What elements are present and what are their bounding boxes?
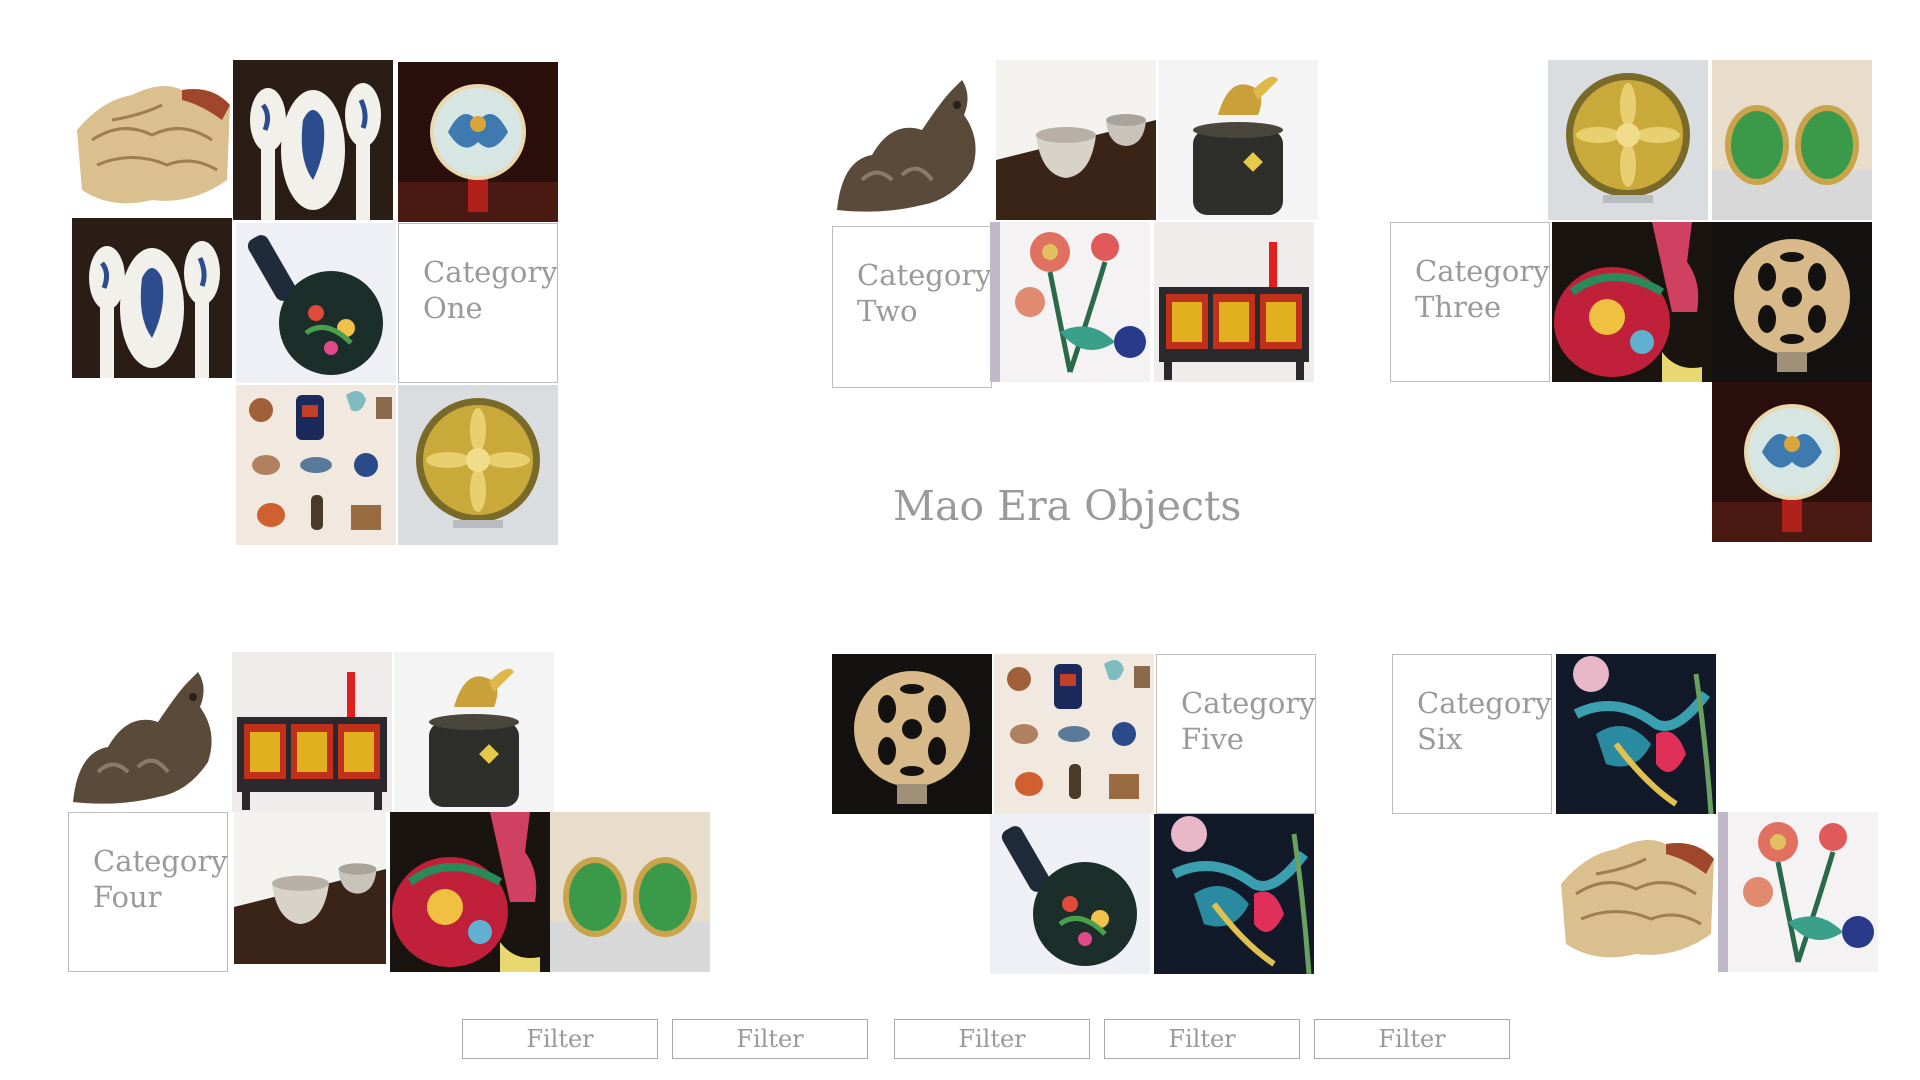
category-one-card[interactable]: Category One	[398, 223, 558, 383]
thumbnail-carved-jade-disk[interactable]	[832, 654, 992, 814]
thumbnail-bronze-ox[interactable]	[68, 652, 228, 812]
thumbnail-embroidered-bird[interactable]	[1556, 654, 1716, 814]
thumbnail-fish-jar[interactable]	[394, 652, 554, 812]
category-two-card[interactable]: Category Two	[832, 226, 992, 388]
filter-button-4[interactable]: Filter	[1104, 1019, 1300, 1059]
thumbnail-gold-disk[interactable]	[398, 385, 558, 545]
thumbnail-bronze-ox[interactable]	[832, 60, 992, 220]
thumbnail-jade-earrings[interactable]	[1712, 60, 1872, 220]
thumbnail-flower-panel[interactable]	[990, 222, 1150, 382]
category-label-line2: Three	[1415, 290, 1502, 324]
category-label-line2: One	[423, 291, 483, 325]
category-label-line1: Category	[1181, 686, 1316, 720]
thumbnail-painted-cabinet[interactable]	[232, 652, 392, 812]
thumbnail-object-collection[interactable]	[994, 654, 1154, 814]
category-label-line1: Category	[423, 255, 558, 289]
filter-button-2[interactable]: Filter	[672, 1019, 868, 1059]
category-five-card[interactable]: Category Five	[1156, 654, 1316, 814]
thumbnail-enamel-mirror[interactable]	[990, 814, 1150, 974]
category-three-card[interactable]: Category Three	[1390, 222, 1550, 382]
thumbnail-famille-rose-vase[interactable]	[1552, 222, 1712, 382]
category-label-line2: Six	[1417, 722, 1463, 756]
category-label-line1: Category	[93, 844, 228, 878]
thumbnail-dragon-plate[interactable]	[1712, 382, 1872, 542]
category-five-label: Category Five	[1181, 685, 1316, 757]
category-two-label: Category Two	[857, 257, 992, 329]
category-four-card[interactable]: Category Four	[68, 812, 228, 972]
thumbnail-fish-jar[interactable]	[1158, 60, 1318, 220]
thumbnail-flower-panel[interactable]	[1718, 812, 1878, 972]
thumbnail-famille-rose-vase[interactable]	[390, 812, 550, 972]
thumbnail-painted-cabinet[interactable]	[1154, 222, 1314, 382]
thumbnail-bowls[interactable]	[996, 60, 1156, 220]
thumbnail-jade-earrings[interactable]	[550, 812, 710, 972]
thumbnail-dragon-plate[interactable]	[398, 62, 558, 222]
thumbnail-bowls[interactable]	[230, 812, 390, 964]
thumbnail-carved-stone[interactable]	[72, 60, 232, 220]
thumbnail-object-collection[interactable]	[236, 385, 396, 545]
category-six-card[interactable]: Category Six	[1392, 654, 1552, 814]
category-label-line2: Two	[857, 294, 918, 328]
thumbnail-carved-jade-disk[interactable]	[1712, 222, 1872, 382]
thumbnail-blue-white-spoons[interactable]	[72, 218, 232, 378]
thumbnail-enamel-mirror[interactable]	[236, 223, 396, 383]
thumbnail-embroidered-bird[interactable]	[1154, 814, 1314, 974]
category-one-label: Category One	[423, 254, 558, 326]
category-six-label: Category Six	[1417, 685, 1552, 757]
filter-button-5[interactable]: Filter	[1314, 1019, 1510, 1059]
thumbnail-blue-white-spoons[interactable]	[233, 60, 393, 220]
thumbnail-gold-disk[interactable]	[1548, 60, 1708, 220]
filter-button-1[interactable]: Filter	[462, 1019, 658, 1059]
category-label-line1: Category	[1417, 686, 1552, 720]
category-four-label: Category Four	[93, 843, 228, 915]
category-label-line2: Four	[93, 880, 162, 914]
filter-button-3[interactable]: Filter	[894, 1019, 1090, 1059]
category-three-label: Category Three	[1415, 253, 1550, 325]
category-label-line1: Category	[857, 258, 992, 292]
category-label-line1: Category	[1415, 254, 1550, 288]
category-label-line2: Five	[1181, 722, 1244, 756]
page-title: Mao Era Objects	[893, 482, 1242, 530]
thumbnail-carved-stone[interactable]	[1556, 814, 1716, 974]
